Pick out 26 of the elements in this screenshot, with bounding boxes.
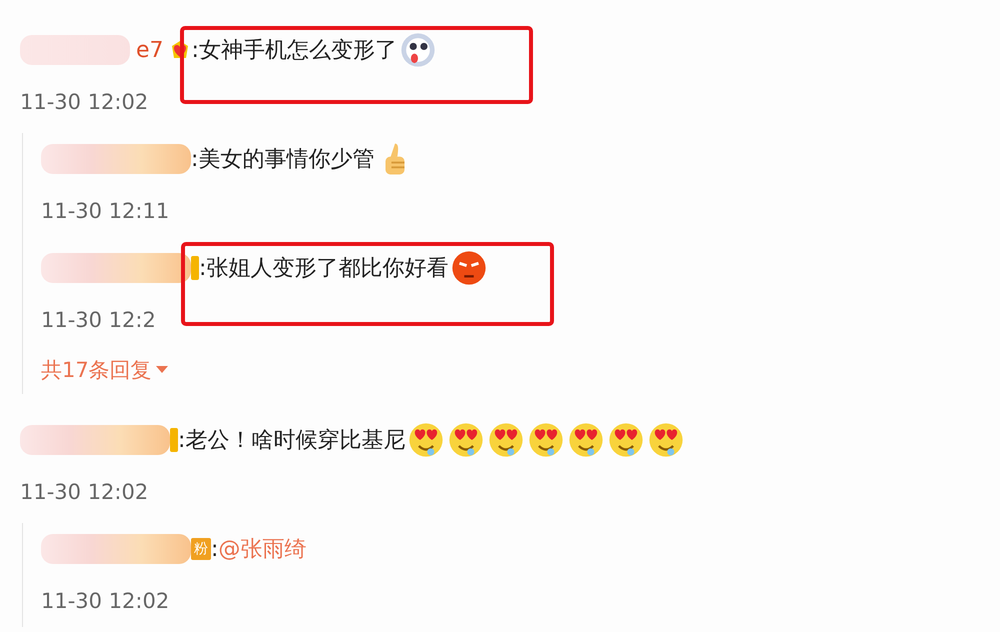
heart-eyes-face-icon [647, 421, 686, 459]
timestamp: 11-30 12:2 [41, 307, 157, 334]
comment-text: :女神手机怎么变形了 [192, 37, 397, 65]
timestamp: 11-30 12:02 [20, 89, 150, 116]
user-name[interactable]: e7 [136, 38, 164, 62]
heart-eyes-face-icon [447, 421, 486, 459]
heart-eyes-face-icon [407, 421, 446, 459]
caret-icon [156, 366, 168, 374]
heart-eyes-face-icon [607, 421, 646, 459]
mention-link[interactable]: @张雨绮 [218, 534, 306, 564]
reply-text: :美女的事情你少管 [191, 146, 374, 174]
reply-text: : [211, 536, 218, 562]
heart-eyes-face-icon [527, 421, 566, 459]
heart-eyes-face-icon [567, 421, 606, 459]
badge-icon [170, 428, 178, 452]
heart-eyes-face-icon [487, 421, 526, 459]
timestamp: 11-30 12:02 [41, 588, 170, 615]
dog-face-icon [398, 31, 437, 69]
timestamp: 11-30 12:02 [20, 479, 150, 506]
reply-text: :张姐人变形了都比你好看 [199, 255, 448, 283]
angry-face-icon [450, 249, 488, 287]
badge-icon [191, 256, 199, 280]
more-replies-link[interactable]: 共17条回复 [41, 346, 1000, 394]
timestamp: 11-30 12:11 [41, 198, 170, 225]
comment-text: :老公！啥时候穿比基尼 [178, 427, 406, 455]
fan-badge: 粉 [191, 538, 211, 560]
